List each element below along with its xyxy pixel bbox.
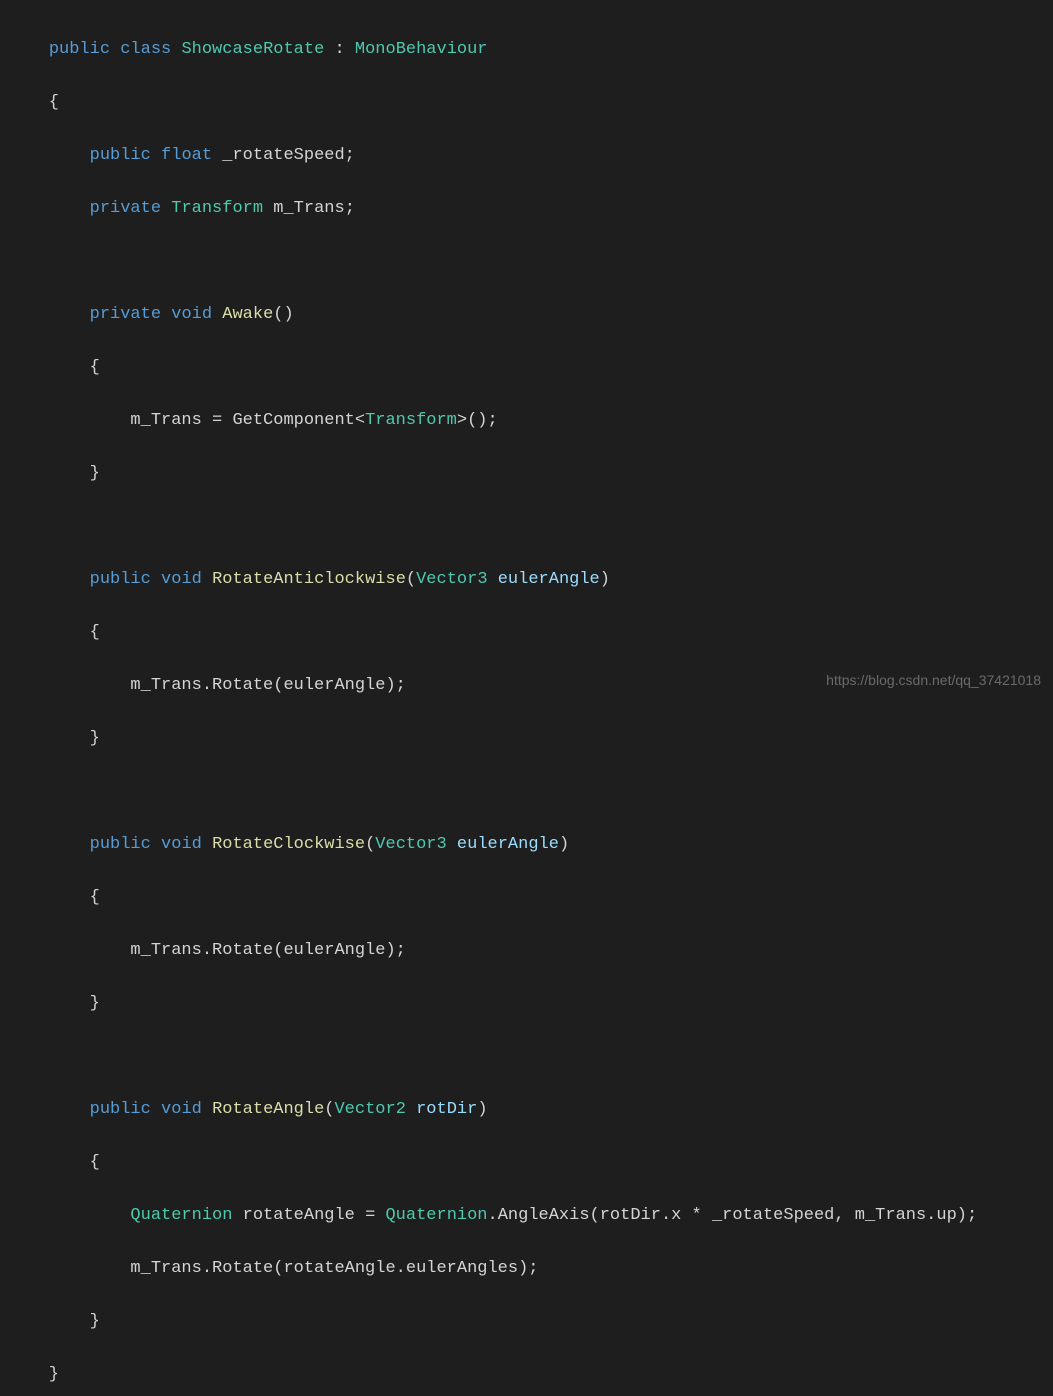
keyword-void: void	[171, 305, 212, 324]
statement-mid: rotateAngle =	[232, 1206, 385, 1225]
keyword-void: void	[161, 835, 202, 854]
code-line: {	[8, 355, 1053, 382]
statement: m_Trans.Rotate(eulerAngle);	[130, 941, 405, 960]
code-line: m_Trans.Rotate(eulerAngle);	[8, 938, 1053, 965]
keyword-public: public	[90, 146, 151, 165]
keyword-void: void	[161, 1100, 202, 1119]
statement-rest: .AngleAxis(rotDir.x * _rotateSpeed, m_Tr…	[488, 1206, 978, 1225]
statement: m_Trans.Rotate(rotateAngle.eulerAngles);	[130, 1259, 538, 1278]
code-line: }	[8, 991, 1053, 1018]
code-line: }	[8, 1362, 1053, 1389]
generic-type: Transform	[365, 411, 457, 430]
type-float: float	[161, 146, 212, 165]
param-name: eulerAngle	[488, 570, 600, 589]
param-name: rotDir	[406, 1100, 477, 1119]
watermark-text: https://blog.csdn.net/qq_37421018	[826, 672, 1041, 688]
paren-open: (	[324, 1100, 334, 1119]
field-name: _rotateSpeed;	[212, 146, 355, 165]
colon: :	[324, 40, 355, 59]
parens: ()	[273, 305, 293, 324]
method-name: RotateClockwise	[212, 835, 365, 854]
code-line: public void RotateAnticlockwise(Vector3 …	[8, 567, 1053, 594]
code-line	[8, 514, 1053, 541]
keyword-public: public	[90, 1100, 151, 1119]
class-name: ShowcaseRotate	[181, 40, 324, 59]
param-type: Vector3	[375, 835, 446, 854]
code-editor: public class ShowcaseRotate : MonoBehavi…	[0, 10, 1053, 1396]
code-line: Quaternion rotateAngle = Quaternion.Angl…	[8, 1203, 1053, 1230]
paren-close: )	[559, 835, 569, 854]
base-class: MonoBehaviour	[355, 40, 488, 59]
code-line: {	[8, 1150, 1053, 1177]
keyword-class: class	[120, 40, 171, 59]
keyword-public: public	[49, 40, 110, 59]
statement-end: >();	[457, 411, 498, 430]
paren-open: (	[406, 570, 416, 589]
code-line: {	[8, 90, 1053, 117]
code-line: public void RotateClockwise(Vector3 eule…	[8, 832, 1053, 859]
keyword-public: public	[90, 570, 151, 589]
code-line: m_Trans.Rotate(rotateAngle.eulerAngles);	[8, 1256, 1053, 1283]
type-transform: Transform	[171, 199, 263, 218]
param-type: Vector2	[334, 1100, 405, 1119]
keyword-void: void	[161, 570, 202, 589]
code-line: {	[8, 885, 1053, 912]
code-line	[8, 779, 1053, 806]
code-line: }	[8, 726, 1053, 753]
method-name: RotateAnticlockwise	[212, 570, 406, 589]
code-line: private void Awake()	[8, 302, 1053, 329]
code-line: private Transform m_Trans;	[8, 196, 1053, 223]
paren-close: )	[477, 1100, 487, 1119]
statement: m_Trans = GetComponent<	[130, 411, 365, 430]
local-type: Quaternion	[130, 1206, 232, 1225]
paren-open: (	[365, 835, 375, 854]
field-name: m_Trans;	[263, 199, 355, 218]
code-line	[8, 249, 1053, 276]
keyword-public: public	[90, 835, 151, 854]
code-line: }	[8, 461, 1053, 488]
code-line: }	[8, 1309, 1053, 1336]
statement: m_Trans.Rotate(eulerAngle);	[130, 676, 405, 695]
keyword-private: private	[90, 305, 161, 324]
param-name: eulerAngle	[447, 835, 559, 854]
code-line: public float _rotateSpeed;	[8, 143, 1053, 170]
code-line: public void RotateAngle(Vector2 rotDir)	[8, 1097, 1053, 1124]
class-ref: Quaternion	[385, 1206, 487, 1225]
code-line: m_Trans = GetComponent<Transform>();	[8, 408, 1053, 435]
code-line	[8, 1044, 1053, 1071]
param-type: Vector3	[416, 570, 487, 589]
method-name: Awake	[222, 305, 273, 324]
keyword-private: private	[90, 199, 161, 218]
paren-close: )	[600, 570, 610, 589]
code-line: public class ShowcaseRotate : MonoBehavi…	[8, 37, 1053, 64]
method-name: RotateAngle	[212, 1100, 324, 1119]
code-line: {	[8, 620, 1053, 647]
